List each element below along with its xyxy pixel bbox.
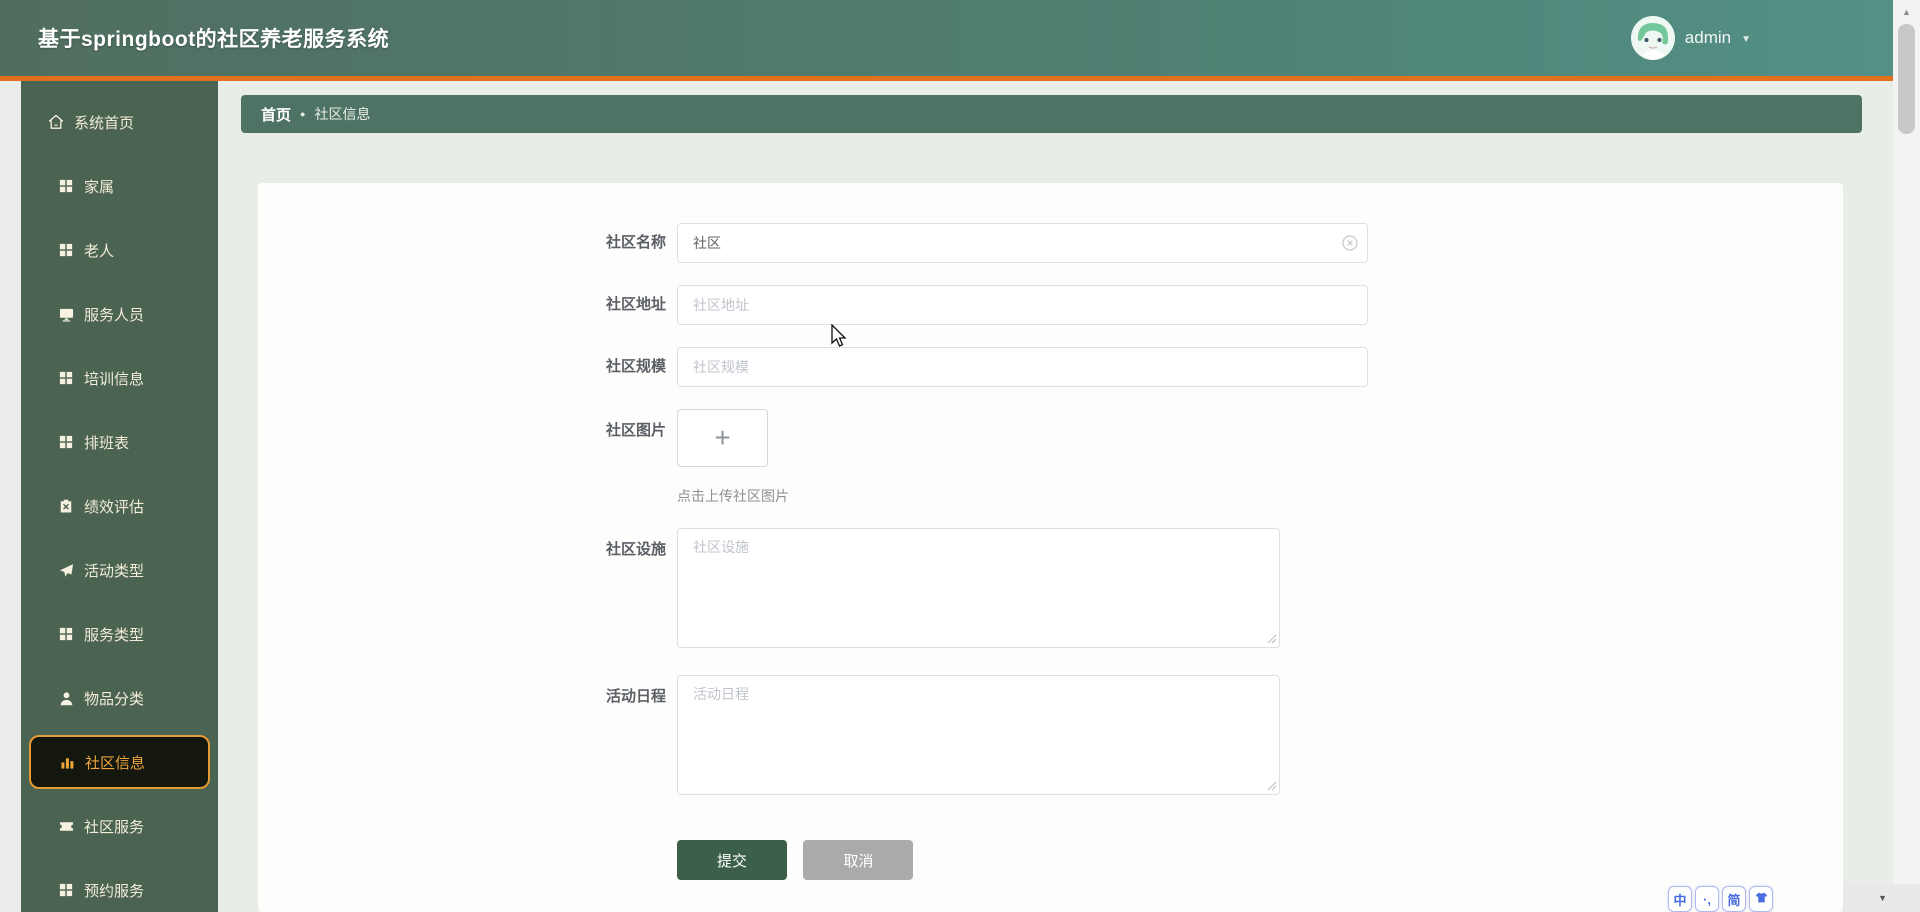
scroll-up-icon[interactable]: ▲ [1893, 0, 1920, 24]
form-row-community-scale: 社区规模 [258, 347, 1843, 387]
sidebar-menu: 系统首页家属老人服务人员培训信息排班表绩效评估活动类型服务类型物品分类社区信息社… [21, 81, 218, 912]
sidebar-item-label: 社区信息 [85, 754, 146, 772]
shirt-icon [1755, 891, 1768, 907]
grid-icon [58, 626, 74, 642]
sidebar-item-family[interactable]: 家属 [21, 154, 218, 218]
grid-icon [58, 370, 74, 386]
community-scale-input[interactable] [677, 347, 1368, 387]
resize-handle-icon[interactable] [1267, 631, 1277, 649]
breadcrumb-current: 社区信息 [314, 106, 371, 122]
sidebar-item-label: 排班表 [84, 434, 130, 452]
form-actions: 提交 取消 [258, 840, 1843, 880]
community-picture-label: 社区图片 [605, 422, 666, 439]
sidebar-item-label: 培训信息 [84, 370, 145, 388]
left-gutter [0, 81, 21, 912]
clear-input-icon[interactable] [1342, 235, 1358, 251]
sidebar-item-duty-roster[interactable]: 排班表 [21, 410, 218, 474]
app-header: 基于springboot的社区养老服务系统 admin ▼ [0, 0, 1893, 76]
monitor-icon [58, 306, 74, 322]
sidebar-item-label: 物品分类 [84, 690, 145, 708]
form-card: 社区名称 社区地址 [258, 183, 1843, 912]
avatar[interactable] [1630, 16, 1675, 60]
bar-chart-icon [59, 754, 75, 770]
sidebar-item-label: 服务类型 [84, 626, 145, 644]
resize-handle-icon[interactable] [1267, 778, 1277, 796]
community-name-label: 社区名称 [605, 234, 666, 251]
form-row-community-picture: 社区图片 + 点击上传社区图片 [258, 409, 1843, 506]
ticket-icon [58, 818, 74, 834]
vertical-scrollbar[interactable]: ▲ [1893, 0, 1920, 912]
activity-schedule-textarea[interactable] [677, 675, 1280, 795]
community-scale-label: 社区规模 [605, 358, 666, 375]
community-facilities-label: 社区设施 [605, 541, 666, 558]
sidebar-item-reservation[interactable]: 预约服务 [21, 858, 218, 912]
home-icon [48, 114, 64, 130]
form-row-activity-schedule: 活动日程 [258, 675, 1843, 800]
scrollbar-bottom-track[interactable] [1893, 884, 1920, 912]
sidebar-item-label: 家属 [84, 178, 115, 196]
sidebar-item-service-type[interactable]: 服务类型 [21, 602, 218, 666]
ime-punct-button[interactable]: ·, [1695, 886, 1719, 912]
community-name-input[interactable] [677, 223, 1368, 263]
sidebar-item-label: 绩效评估 [84, 498, 145, 516]
app-title: 基于springboot的社区养老服务系统 [38, 28, 390, 51]
upload-hint: 点击上传社区图片 [677, 488, 789, 504]
ime-lang-button[interactable]: 中 [1668, 886, 1692, 912]
sidebar-item-service-staff[interactable]: 服务人员 [21, 282, 218, 346]
breadcrumb: 首页 ● 社区信息 [241, 95, 1862, 133]
avatar-image [1630, 16, 1675, 60]
cancel-button[interactable]: 取消 [803, 840, 914, 880]
caret-down-icon[interactable]: ▼ [1878, 893, 1887, 903]
breadcrumb-home-link[interactable]: 首页 [261, 104, 291, 125]
form-row-community-name: 社区名称 [258, 223, 1843, 263]
page: 基于springboot的社区养老服务系统 admin ▼ 系统首页家属老人服务… [0, 0, 1893, 912]
upload-picture-button[interactable]: + [677, 409, 768, 467]
grid-icon [58, 242, 74, 258]
grid-icon [58, 434, 74, 450]
user-dropdown[interactable]: admin ▼ [1630, 16, 1751, 60]
breadcrumb-separator-icon: ● [300, 109, 306, 119]
sidebar-item-label: 预约服务 [84, 882, 145, 900]
sidebar-item-activity-type[interactable]: 活动类型 [21, 538, 218, 602]
sidebar-item-label: 活动类型 [84, 562, 145, 580]
sidebar-item-label: 系统首页 [74, 114, 135, 132]
sidebar-item-training-info[interactable]: 培训信息 [21, 346, 218, 410]
community-address-input[interactable] [677, 285, 1368, 325]
grid-icon [58, 882, 74, 898]
chevron-down-icon: ▼ [1741, 33, 1751, 45]
username-label: admin [1684, 28, 1732, 47]
scroll-corner: ▼ [1843, 884, 1893, 912]
plus-icon: + [714, 422, 731, 453]
community-facilities-textarea[interactable] [677, 528, 1280, 648]
activity-schedule-label: 活动日程 [605, 688, 666, 705]
send-icon [58, 562, 74, 578]
sidebar-item-label: 社区服务 [84, 818, 145, 836]
sidebar-item-performance-eval[interactable]: 绩效评估 [21, 474, 218, 538]
sidebar-item-community-info[interactable]: 社区信息 [29, 735, 210, 789]
sidebar-item-item-category[interactable]: 物品分类 [21, 666, 218, 730]
clipboard-icon [58, 498, 74, 514]
sidebar-item-community-service[interactable]: 社区服务 [21, 794, 218, 858]
sidebar-item-elderly[interactable]: 老人 [21, 218, 218, 282]
sidebar-item-label: 老人 [84, 242, 115, 260]
scrollbar-thumb[interactable] [1898, 24, 1915, 134]
submit-button[interactable]: 提交 [677, 840, 787, 880]
form-row-community-facilities: 社区设施 [258, 528, 1843, 653]
main-area: 首页 ● 社区信息 社区名称 社区 社区地址 社区地址 社区规模 社区规模 社区… [218, 81, 1893, 912]
ime-simplified-button[interactable]: 简 [1722, 886, 1746, 912]
community-address-label: 社区地址 [605, 296, 666, 313]
sidebar-item-home[interactable]: 系统首页 [21, 90, 218, 154]
ime-toolbar: 中 ·, 简 [1668, 886, 1773, 912]
grid-icon [58, 178, 74, 194]
form-row-community-address: 社区地址 [258, 285, 1843, 325]
sidebar-item-label: 服务人员 [84, 306, 145, 324]
user-icon [58, 690, 74, 706]
ime-skin-button[interactable] [1749, 886, 1773, 912]
